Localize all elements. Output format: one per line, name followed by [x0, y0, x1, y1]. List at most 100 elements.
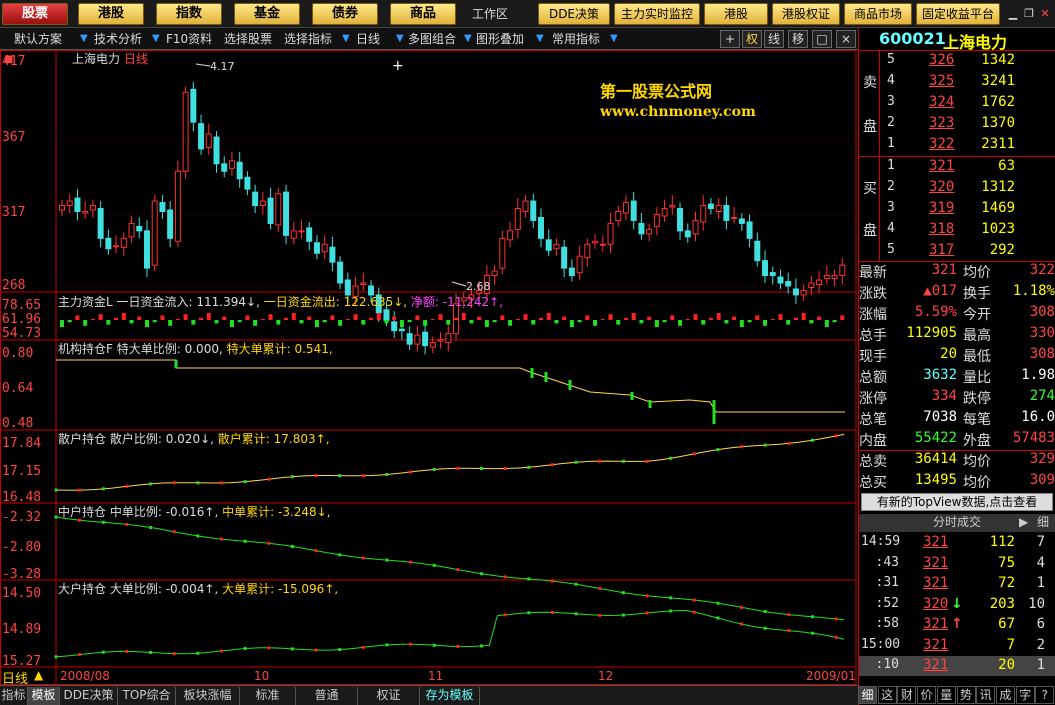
sell-volume: 2311: [981, 136, 1015, 152]
fund-bar: [392, 316, 397, 320]
series-dot: [54, 655, 58, 659]
buy-price[interactable]: 319: [929, 200, 954, 216]
nav-index[interactable]: 指数: [156, 3, 222, 25]
dropdown-arrow-icon[interactable]: ▼: [610, 32, 620, 46]
nav-fund[interactable]: 基金: [234, 3, 300, 25]
toolbar-period[interactable]: 日线: [356, 30, 380, 48]
fund-bar: [569, 320, 574, 327]
nav-hk-warrant[interactable]: 港股权证: [772, 3, 840, 25]
nav-dde[interactable]: DDE决策: [538, 3, 610, 25]
ticks-nav-icon[interactable]: ▶: [1019, 514, 1028, 532]
tab-save-template[interactable]: 存为模板: [420, 687, 480, 705]
close-icon[interactable]: ✕: [1038, 8, 1052, 20]
tab-standard[interactable]: 标准: [240, 687, 296, 705]
candle-body: [677, 208, 684, 232]
fund-bar: [824, 320, 829, 327]
fund-bar: [508, 320, 513, 326]
low-marker: [451, 281, 467, 287]
toolbar-common-indicators[interactable]: 常用指标: [552, 30, 600, 48]
right-tab[interactable]: 财: [897, 686, 917, 704]
candle-body: [599, 243, 606, 246]
chart-area[interactable]: ■ 上海电力 日线 417 367 317 268 4.17 2.68 第一股票…: [0, 50, 858, 687]
toolbar-multi-chart[interactable]: 多图组合: [408, 30, 456, 48]
nav-stocks[interactable]: 股票: [2, 3, 68, 25]
close-chart-button[interactable]: ×: [836, 30, 856, 48]
window-button[interactable]: □: [812, 30, 832, 48]
tab-sector[interactable]: 板块涨幅: [176, 687, 240, 705]
nav-commodity-market[interactable]: 商品市场: [844, 3, 912, 25]
nav-bond[interactable]: 债券: [312, 3, 378, 25]
right-tab[interactable]: 字: [1015, 686, 1035, 704]
toolbar-default-scheme[interactable]: 默认方案: [14, 30, 62, 48]
tick-volume: 112: [989, 534, 1015, 550]
toolbar-select-stock[interactable]: 选择股票: [224, 30, 272, 48]
candle-body: [174, 170, 181, 242]
tab-normal[interactable]: 普通: [296, 687, 358, 705]
toolbar-overlay[interactable]: 图形叠加: [476, 30, 524, 48]
right-tab[interactable]: 量: [936, 686, 956, 704]
buy-price[interactable]: 317: [929, 242, 954, 258]
fund-bar: [137, 316, 142, 320]
minimize-icon[interactable]: ▁: [1006, 8, 1020, 20]
dropdown-arrow-icon[interactable]: ▼: [536, 32, 546, 46]
fund-bar: [314, 320, 319, 327]
dropdown-arrow-icon[interactable]: ▼: [152, 32, 162, 46]
right-tab[interactable]: 价: [917, 686, 937, 704]
sell-price[interactable]: 326: [929, 52, 954, 68]
right-tab[interactable]: 细: [858, 686, 877, 704]
inst-line: [56, 359, 845, 413]
fund-label: 主力资金L: [58, 295, 113, 309]
restore-icon[interactable]: ❐: [1022, 8, 1036, 20]
series-dot: [503, 467, 507, 471]
fund-bar: [600, 319, 605, 320]
buy-price[interactable]: 320: [929, 179, 954, 195]
tab-top[interactable]: TOP综合: [118, 687, 176, 705]
rights-button[interactable]: 权: [742, 30, 762, 48]
right-tab[interactable]: 这: [877, 686, 897, 704]
tab-indicator[interactable]: 指标: [0, 687, 28, 705]
buy-price[interactable]: 318: [929, 221, 954, 237]
candle-body: [522, 200, 529, 213]
dropdown-arrow-icon[interactable]: ▼: [342, 32, 352, 46]
move-button[interactable]: 移: [788, 30, 808, 48]
toolbar-f10[interactable]: F10资料: [166, 30, 212, 48]
candle-body: [792, 288, 799, 296]
sell-price[interactable]: 325: [929, 73, 954, 89]
series-dot: [338, 648, 342, 652]
tab-template[interactable]: 模板: [28, 687, 60, 705]
sell-level: 2: [887, 115, 895, 130]
nav-commodity[interactable]: 商品: [390, 3, 456, 25]
dropdown-arrow-icon[interactable]: ▼: [464, 32, 474, 46]
tab-dde[interactable]: DDE决策: [60, 687, 118, 705]
right-tab[interactable]: ?: [1035, 686, 1055, 704]
candle-body: [360, 282, 367, 286]
ticks-detail-button[interactable]: 细: [1037, 514, 1049, 532]
sell-price[interactable]: 322: [929, 136, 954, 152]
zoom-in-button[interactable]: +: [720, 30, 740, 48]
sell-price[interactable]: 324: [929, 94, 954, 110]
nav-main-monitor[interactable]: 主力实时监控: [614, 3, 700, 25]
fund-bar: [793, 317, 798, 320]
fund-bar: [662, 320, 667, 323]
dropdown-arrow-icon[interactable]: ▼: [396, 32, 406, 46]
sell-price[interactable]: 323: [929, 115, 954, 131]
quote-key: 总笔: [859, 412, 887, 428]
line-button[interactable]: 线: [764, 30, 784, 48]
nav-hk-stocks[interactable]: 港股: [78, 3, 144, 25]
watermark-title: 第一股票公式网: [600, 82, 713, 101]
right-tab[interactable]: 成: [995, 686, 1015, 704]
tab-warrant[interactable]: 权证: [358, 687, 420, 705]
toolbar-tech-analysis[interactable]: 技术分析: [94, 30, 142, 48]
series-dot: [338, 474, 342, 478]
quote-value: 55422: [914, 430, 957, 446]
toolbar-select-indicator[interactable]: 选择指标: [284, 30, 332, 48]
nav-hk[interactable]: 港股: [704, 3, 768, 25]
candle-body: [159, 202, 166, 213]
buy-price[interactable]: 321: [929, 158, 954, 174]
period-triangle-icon[interactable]: ▲: [34, 668, 43, 682]
nav-fixed-income[interactable]: 固定收益平台: [916, 3, 1000, 25]
right-tab[interactable]: 势: [956, 686, 976, 704]
topview-button[interactable]: 有新的TopView数据,点击查看: [861, 493, 1053, 511]
right-tab[interactable]: 讯: [976, 686, 996, 704]
dropdown-arrow-icon[interactable]: ▼: [80, 32, 90, 46]
